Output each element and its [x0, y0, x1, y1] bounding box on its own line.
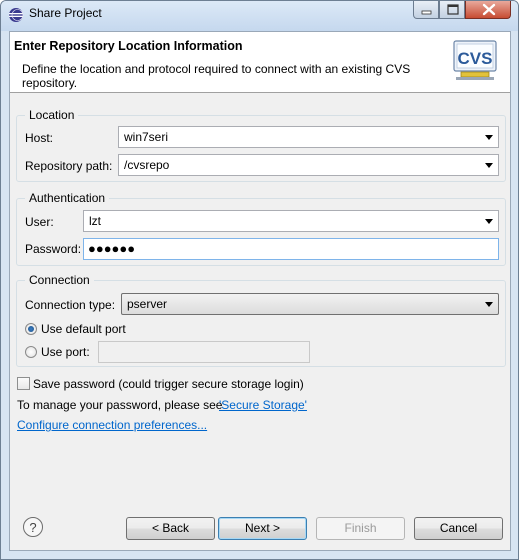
maximize-icon: [447, 4, 459, 15]
connection-type-value: pserver: [127, 297, 168, 311]
cvs-icon-text: CVS: [458, 49, 493, 68]
page-description: Define the location and protocol require…: [22, 62, 411, 90]
host-label: Host:: [25, 131, 54, 145]
radio-selected-dot: [28, 326, 34, 332]
save-password-label[interactable]: Save password (could trigger secure stor…: [33, 377, 304, 391]
location-legend: Location: [25, 108, 79, 122]
connection-legend: Connection: [25, 273, 94, 287]
title-bar[interactable]: Share Project: [1, 1, 518, 31]
window-title: Share Project: [29, 6, 102, 20]
connection-type-label: Connection type:: [25, 298, 116, 312]
back-button[interactable]: < Back: [126, 517, 215, 540]
host-combo[interactable]: win7seri: [118, 126, 499, 148]
secure-storage-link[interactable]: 'Secure Storage': [219, 398, 307, 412]
share-project-window: Share Project Enter Repository Location …: [0, 0, 519, 560]
minimize-icon: [421, 10, 432, 15]
repository-path-value: /cvsrepo: [124, 158, 170, 172]
chevron-down-icon: [485, 302, 493, 307]
use-default-port-label[interactable]: Use default port: [41, 322, 126, 336]
use-port-radio[interactable]: [25, 346, 37, 358]
password-label: Password:: [25, 242, 82, 256]
password-value: ●●●●●●: [88, 241, 136, 256]
close-icon: [482, 3, 496, 16]
help-button[interactable]: ?: [23, 517, 43, 537]
host-value: win7seri: [124, 130, 169, 144]
user-value: lzt: [89, 214, 101, 228]
cvs-repository-icon: CVS: [453, 40, 497, 80]
next-button[interactable]: Next >: [218, 517, 307, 540]
chevron-down-icon: [485, 135, 493, 140]
use-default-port-radio[interactable]: [25, 323, 37, 335]
authentication-legend: Authentication: [25, 191, 110, 205]
eclipse-app-icon: [9, 8, 24, 22]
repository-path-label: Repository path:: [25, 159, 113, 173]
maximize-button[interactable]: [439, 1, 465, 19]
configure-connection-preferences-link[interactable]: Configure connection preferences...: [17, 418, 207, 432]
repository-path-combo[interactable]: /cvsrepo: [118, 154, 499, 176]
page-title: Enter Repository Location Information: [14, 39, 243, 53]
manage-password-text: To manage your password, please see: [17, 398, 223, 412]
use-port-label[interactable]: Use port:: [41, 345, 90, 359]
cancel-button[interactable]: Cancel: [414, 517, 503, 540]
connection-type-select[interactable]: pserver: [121, 293, 499, 315]
minimize-button[interactable]: [413, 1, 439, 19]
wizard-banner: Enter Repository Location Information De…: [10, 32, 510, 93]
password-field[interactable]: ●●●●●●: [83, 238, 499, 260]
finish-button: Finish: [316, 517, 405, 540]
chevron-down-icon: [485, 219, 493, 224]
help-icon: ?: [29, 520, 37, 535]
save-password-checkbox[interactable]: [17, 377, 30, 390]
wizard-content: Enter Repository Location Information De…: [9, 31, 511, 551]
port-field[interactable]: [98, 341, 310, 363]
chevron-down-icon: [485, 163, 493, 168]
user-combo[interactable]: lzt: [83, 210, 499, 232]
close-button[interactable]: [465, 1, 511, 19]
user-label: User:: [25, 215, 54, 229]
